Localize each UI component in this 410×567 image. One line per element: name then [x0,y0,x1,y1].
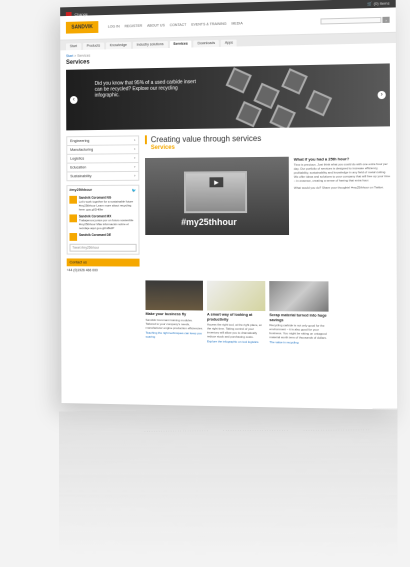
promo-card: Scrap material turned into huge savings R… [269,281,329,345]
contact-us-button[interactable]: Contact us [66,258,140,267]
video-hashtag: #my25thhour [181,217,237,228]
promo-image[interactable] [145,280,204,311]
hour-text: What if you had a 25th hour? Time is pre… [294,156,391,235]
tweet-list: Sandvik Coromant NG Let's work together f… [69,196,136,241]
utility-nav-item[interactable]: REGISTER [124,24,142,28]
search-icon[interactable]: › [382,16,390,23]
twitter-widget: #my25thhour 🐦 Sandvik Coromant NG Let's wo… [66,184,140,255]
promo-text: Access the right tool, at the right plac… [207,322,262,339]
tweet-text: Trabajemos juntos por un futuro sostenib… [78,218,134,231]
utility-nav-item[interactable]: EVENTS & TRAINING [191,22,226,27]
chevron-left-icon[interactable]: ‹ [69,95,78,104]
tweet: Sandvik Coromant DE [69,233,136,241]
reflection-text: · · · · · · · · · · · · · · · · · · · · … [223,427,288,434]
sidebar-item-label: Education [70,165,87,170]
carbide-inserts-image [209,63,390,131]
chevron-right-icon: › [134,165,136,169]
reflection-text: · · · · · · · · · · · · · · · · · · · · … [144,428,208,434]
hero-banner[interactable]: Did you know that 95% of a used carbide … [66,63,390,131]
reflection-text: · · · · · · · · · · · · · · · · · · · · … [303,427,370,433]
utility-nav-item[interactable]: MEDIA [231,21,242,25]
avatar[interactable] [69,233,78,241]
twitter-title: #my25thhour [69,187,93,192]
browser-page: Change 🛒 (0) items SANDVIK LOG IN REGISTE… [60,0,398,410]
avatar[interactable] [69,195,77,204]
tab-downloads[interactable]: Downloads [193,39,219,48]
tweet: Sandvik Coromant MX Trabajemos juntos por… [69,214,136,230]
tab-start[interactable]: Start [65,43,81,51]
content-area: Engineering › Manufacturing › Logistics › Educ… [61,126,397,273]
utility-nav-item[interactable]: ABOUT US [147,23,165,27]
sidebar-item-sustainability[interactable]: Sustainability › [66,171,140,182]
promo-card: A smart way of looking at productivity Ac… [206,280,266,344]
flag-icon [65,11,72,16]
play-icon[interactable]: ▶ [209,177,224,188]
tweet: Sandvik Coromant NG Let's work together f… [69,196,136,212]
hour-cta[interactable]: What would you do? Share your thoughts! … [294,185,390,190]
video-player[interactable]: ▶ #my25thhour [145,156,290,236]
sidebar: Engineering › Manufacturing › Logistics › Educ… [66,135,140,273]
promo-image[interactable] [269,281,329,312]
promo-row: Make your business fly Sandvik Coromant t… [61,272,397,346]
tweet-body: Sandvik Coromant DE [79,233,111,241]
hour-paragraph: Time is precious. Just think what you co… [293,161,391,183]
sidebar-item-label: Manufacturing [70,147,94,152]
page-reflection: · · · · · · · · · · · · · · · · · · · · … [59,408,398,557]
search-input[interactable] [320,16,382,25]
sidebar-item-label: Sustainability [70,174,92,179]
tweet-body: Sandvik Coromant NG Let's work together f… [79,196,137,212]
utility-nav: LOG IN REGISTER ABOUT US CONTACT EVENTS & TR… [108,21,243,28]
promo-title[interactable]: Scrap material turned into huge savings [269,313,328,323]
twitter-bird-icon[interactable]: 🐦 [132,188,137,193]
promo-image[interactable] [206,280,266,312]
breadcrumb-current: Services [77,53,91,58]
breadcrumb-separator: > [74,53,77,58]
hero-heading: Did you know that 95% of a used carbide … [94,79,196,99]
change-country-link[interactable]: Change [74,11,87,16]
sandvik-logo[interactable]: SANDVIK [65,21,99,34]
chevron-right-icon: › [134,138,136,143]
promo-title[interactable]: Make your business fly [146,312,204,317]
sidebar-item-label: Engineering [70,138,90,144]
tweet-text: Let's work together for a sustainable fu… [78,199,134,212]
sidebar-item-label: Logistics [70,156,85,161]
feature-subtitle: Services [150,144,175,152]
tab-industry-solutions[interactable]: Industry solutions [132,41,168,49]
tweet-body: Sandvik Coromant MX Trabajemos juntos por… [79,214,137,230]
tab-knowledge[interactable]: Knowledge [105,41,131,50]
tab-apps[interactable]: Apps [220,39,237,47]
tweet-author[interactable]: Sandvik Coromant DE [79,233,111,237]
tab-services[interactable]: Services [169,40,192,48]
promo-text: Recycling carbide is not only good for t… [269,323,327,340]
utility-nav-item[interactable]: CONTACT [170,23,187,27]
hour-question: What if you had a 25th hour? [293,156,350,162]
sidebar-menu: Engineering › Manufacturing › Logistics › Educ… [66,135,140,182]
cart-count: (0) items [373,0,390,6]
contact-number: +44 (0)1926 466 000 [66,268,98,273]
chevron-right-icon: › [134,147,136,152]
promo-link[interactable]: Explore the infographic on tool logistic… [207,339,265,344]
promo-card: Make your business fly Sandvik Coromant t… [145,280,204,343]
avatar[interactable] [69,214,78,223]
promo-link[interactable]: Teaching the right techniques can keep y… [146,330,204,339]
promo-title[interactable]: A smart way of looking at productivity [207,313,265,323]
chevron-right-icon: › [134,156,136,161]
promo-link[interactable]: The value in recycling [269,340,328,345]
feature-section: Creating value through services Services… [144,132,391,273]
tab-products[interactable]: Products [82,42,104,50]
cart-link[interactable]: 🛒 (0) items [367,0,389,6]
tweet-button[interactable]: Tweet #my25thhour [69,243,137,252]
chevron-right-icon: › [134,173,136,178]
breadcrumb-start[interactable]: Start [66,54,73,58]
utility-nav-item[interactable]: LOG IN [108,24,120,28]
promo-text: Sandvik Coromant training modules. Tailo… [145,317,203,330]
